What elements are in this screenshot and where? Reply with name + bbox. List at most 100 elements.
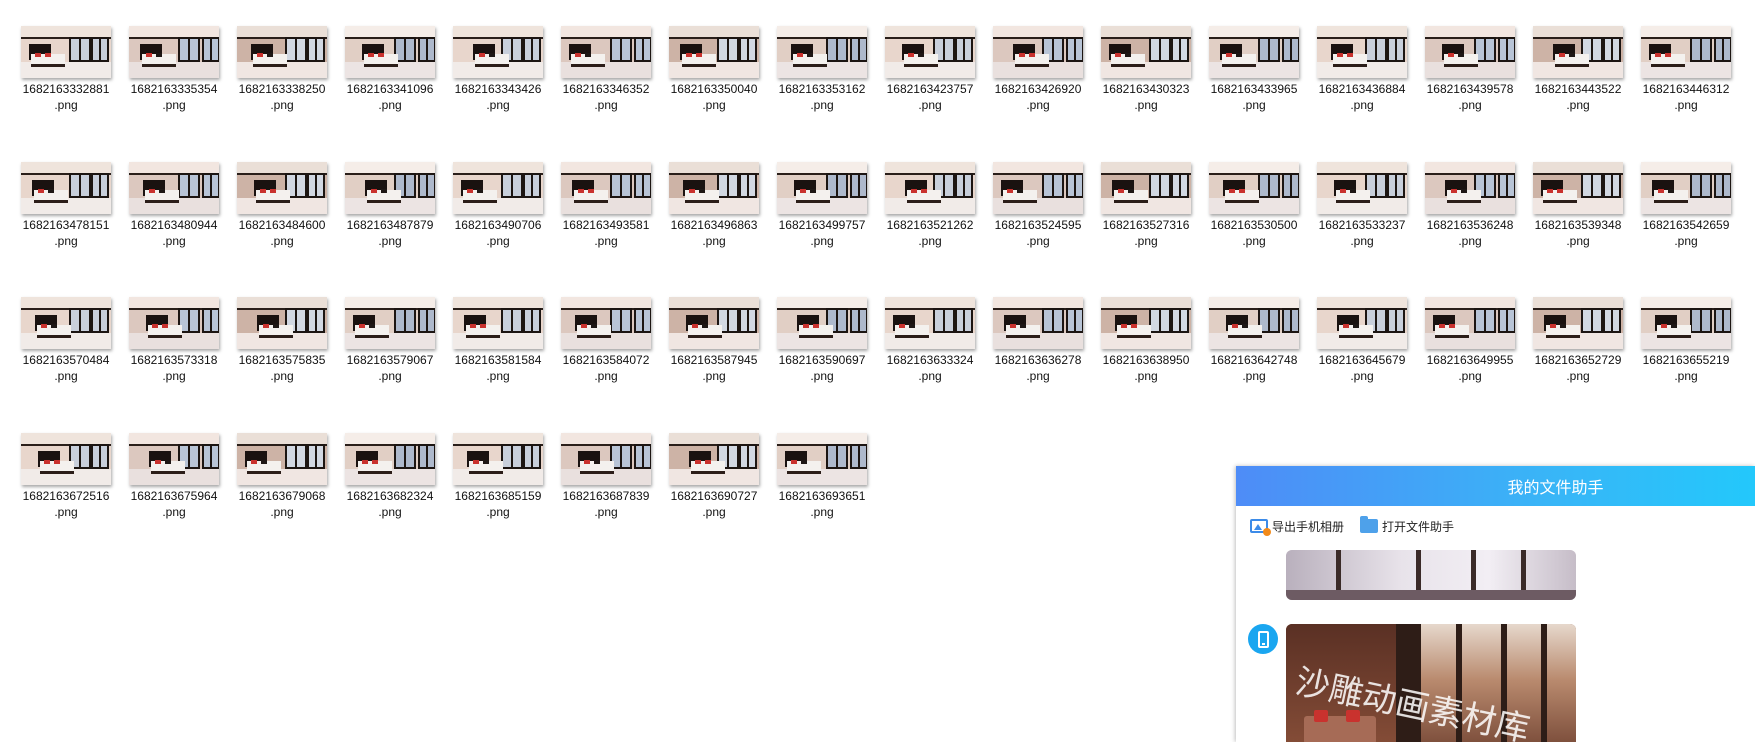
- assistant-header[interactable]: 我的文件助手: [1236, 466, 1755, 506]
- file-name[interactable]: 1682163645679 .png: [1308, 352, 1416, 384]
- file-thumbnail[interactable]: [1533, 26, 1623, 78]
- file-name[interactable]: 1682163633324 .png: [876, 352, 984, 384]
- file-thumbnail[interactable]: [1425, 297, 1515, 349]
- file-item[interactable]: 1682163524595 .png: [984, 156, 1092, 292]
- file-item[interactable]: 1682163693651 .png: [768, 427, 876, 563]
- file-name[interactable]: 1682163430323 .png: [1092, 81, 1200, 113]
- file-name[interactable]: 1682163581584 .png: [444, 352, 552, 384]
- file-item[interactable]: 1682163649955 .png: [1416, 291, 1524, 427]
- file-name[interactable]: 1682163652729 .png: [1524, 352, 1632, 384]
- file-name[interactable]: 1682163490706 .png: [444, 217, 552, 249]
- file-thumbnail[interactable]: [1101, 26, 1191, 78]
- file-item[interactable]: 1682163433965 .png: [1200, 20, 1308, 156]
- file-name[interactable]: 1682163332881 .png: [12, 81, 120, 113]
- file-item[interactable]: 1682163590697 .png: [768, 291, 876, 427]
- file-thumbnail[interactable]: [993, 161, 1083, 214]
- file-thumbnail[interactable]: [21, 297, 111, 349]
- file-name[interactable]: 1682163579067 .png: [336, 352, 444, 384]
- file-item[interactable]: 1682163642748 .png: [1200, 291, 1308, 427]
- file-name[interactable]: 1682163493581 .png: [552, 217, 660, 249]
- file-item[interactable]: 1682163521262 .png: [876, 156, 984, 292]
- export-album-button[interactable]: 导出手机相册: [1250, 518, 1344, 536]
- file-thumbnail[interactable]: [237, 432, 327, 485]
- file-thumbnail[interactable]: [669, 26, 759, 78]
- file-name[interactable]: 1682163536248 .png: [1416, 217, 1524, 249]
- file-thumbnail[interactable]: [129, 432, 219, 485]
- file-item[interactable]: 1682163499757 .png: [768, 156, 876, 292]
- file-item[interactable]: 1682163679068 .png: [228, 427, 336, 563]
- file-thumbnail[interactable]: [453, 161, 543, 214]
- file-item[interactable]: 1682163446312 .png: [1632, 20, 1740, 156]
- file-name[interactable]: 1682163679068 .png: [228, 488, 336, 520]
- file-item[interactable]: 1682163587945 .png: [660, 291, 768, 427]
- file-thumbnail[interactable]: [1317, 26, 1407, 78]
- file-item[interactable]: 1682163675964 .png: [120, 427, 228, 563]
- file-item[interactable]: 1682163536248 .png: [1416, 156, 1524, 292]
- file-name[interactable]: 1682163439578 .png: [1416, 81, 1524, 113]
- file-thumbnail[interactable]: [21, 26, 111, 78]
- file-name[interactable]: 1682163655219 .png: [1632, 352, 1740, 384]
- chat-image-message[interactable]: [1286, 550, 1576, 600]
- file-item[interactable]: 1682163496863 .png: [660, 156, 768, 292]
- file-item[interactable]: 1682163350040 .png: [660, 20, 768, 156]
- file-name[interactable]: 1682163433965 .png: [1200, 81, 1308, 113]
- file-thumbnail[interactable]: [21, 161, 111, 214]
- file-name[interactable]: 1682163584072 .png: [552, 352, 660, 384]
- file-thumbnail[interactable]: [345, 161, 435, 214]
- file-item[interactable]: 1682163579067 .png: [336, 291, 444, 427]
- file-name[interactable]: 1682163693651 .png: [768, 488, 876, 520]
- file-item[interactable]: 1682163443522 .png: [1524, 20, 1632, 156]
- file-thumbnail[interactable]: [237, 26, 327, 78]
- file-thumbnail[interactable]: [129, 297, 219, 349]
- file-item[interactable]: 1682163533237 .png: [1308, 156, 1416, 292]
- file-name[interactable]: 1682163687839 .png: [552, 488, 660, 520]
- file-item[interactable]: 1682163584072 .png: [552, 291, 660, 427]
- file-item[interactable]: 1682163341096 .png: [336, 20, 444, 156]
- file-thumbnail[interactable]: [1641, 26, 1731, 78]
- file-thumbnail[interactable]: [777, 26, 867, 78]
- file-name[interactable]: 1682163426920 .png: [984, 81, 1092, 113]
- file-item[interactable]: 1682163530500 .png: [1200, 156, 1308, 292]
- file-thumbnail[interactable]: [885, 161, 975, 214]
- file-name[interactable]: 1682163487879 .png: [336, 217, 444, 249]
- file-name[interactable]: 1682163675964 .png: [120, 488, 228, 520]
- file-name[interactable]: 1682163533237 .png: [1308, 217, 1416, 249]
- file-thumbnail[interactable]: [669, 161, 759, 214]
- file-item[interactable]: 1682163338250 .png: [228, 20, 336, 156]
- file-thumbnail[interactable]: [993, 297, 1083, 349]
- file-item[interactable]: 1682163539348 .png: [1524, 156, 1632, 292]
- file-thumbnail[interactable]: [21, 432, 111, 485]
- file-thumbnail[interactable]: [1209, 26, 1299, 78]
- file-item[interactable]: 1682163581584 .png: [444, 291, 552, 427]
- file-name[interactable]: 1682163480944 .png: [120, 217, 228, 249]
- file-thumbnail[interactable]: [885, 297, 975, 349]
- file-item[interactable]: 1682163682324 .png: [336, 427, 444, 563]
- file-name[interactable]: 1682163350040 .png: [660, 81, 768, 113]
- file-name[interactable]: 1682163575835 .png: [228, 352, 336, 384]
- file-item[interactable]: 1682163439578 .png: [1416, 20, 1524, 156]
- file-item[interactable]: 1682163652729 .png: [1524, 291, 1632, 427]
- file-thumbnail[interactable]: [669, 432, 759, 485]
- file-thumbnail[interactable]: [1209, 161, 1299, 214]
- file-item[interactable]: 1682163690727 .png: [660, 427, 768, 563]
- file-name[interactable]: 1682163539348 .png: [1524, 217, 1632, 249]
- file-thumbnail[interactable]: [1425, 26, 1515, 78]
- file-name[interactable]: 1682163436884 .png: [1308, 81, 1416, 113]
- file-name[interactable]: 1682163478151 .png: [12, 217, 120, 249]
- file-item[interactable]: 1682163335354 .png: [120, 20, 228, 156]
- file-item[interactable]: 1682163426920 .png: [984, 20, 1092, 156]
- file-item[interactable]: 1682163346352 .png: [552, 20, 660, 156]
- file-item[interactable]: 1682163484600 .png: [228, 156, 336, 292]
- file-thumbnail[interactable]: [237, 297, 327, 349]
- file-thumbnail[interactable]: [129, 161, 219, 214]
- file-thumbnail[interactable]: [345, 26, 435, 78]
- file-name[interactable]: 1682163573318 .png: [120, 352, 228, 384]
- file-thumbnail[interactable]: [1101, 161, 1191, 214]
- file-thumbnail[interactable]: [345, 432, 435, 485]
- file-name[interactable]: 1682163636278 .png: [984, 352, 1092, 384]
- file-name[interactable]: 1682163530500 .png: [1200, 217, 1308, 249]
- file-name[interactable]: 1682163587945 .png: [660, 352, 768, 384]
- file-item[interactable]: 1682163687839 .png: [552, 427, 660, 563]
- file-thumbnail[interactable]: [453, 26, 543, 78]
- file-thumbnail[interactable]: [885, 26, 975, 78]
